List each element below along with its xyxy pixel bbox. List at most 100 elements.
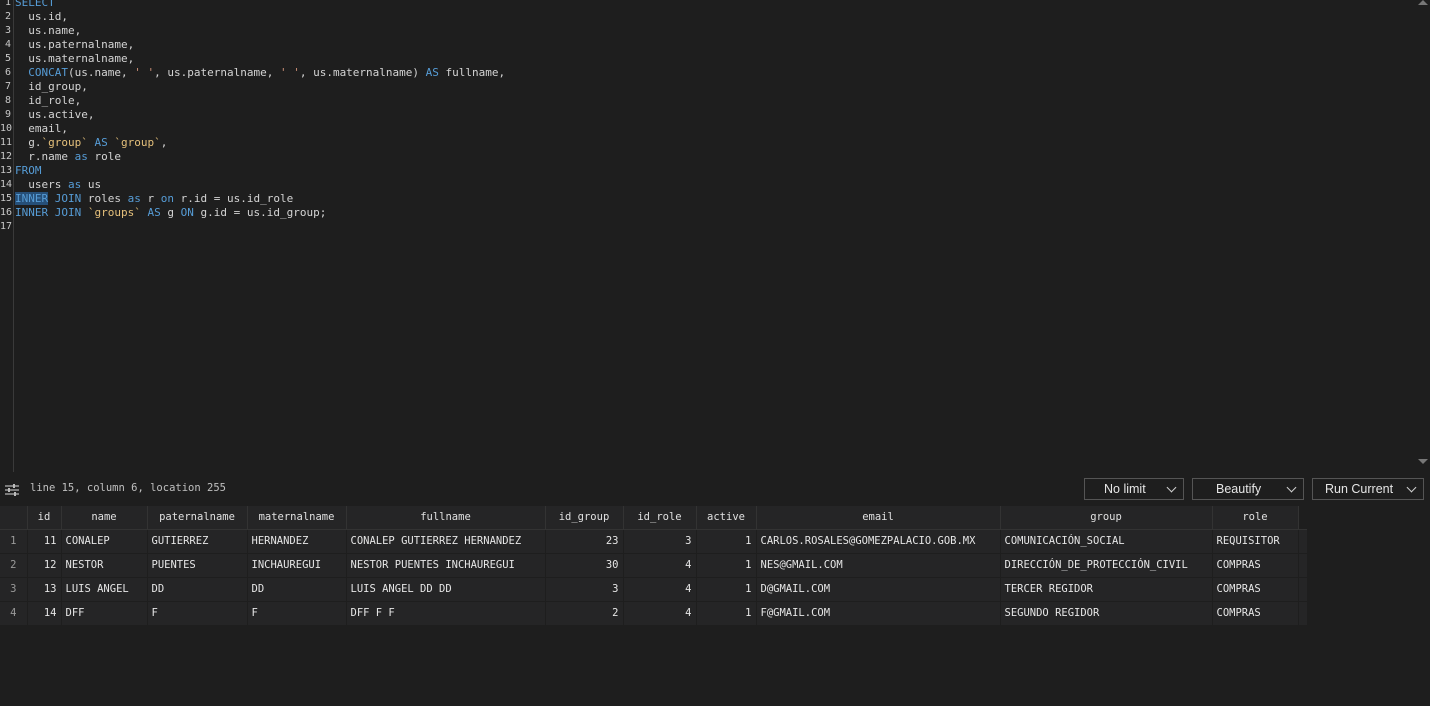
code-line[interactable]: INNER JOIN `groups` AS g ON g.id = us.id… [15, 206, 326, 220]
sql-keyword: SELECT [15, 0, 55, 9]
column-header-name[interactable]: name [61, 506, 148, 530]
line-number: 12 [0, 151, 13, 162]
code-line[interactable]: INNER JOIN roles as r on r.id = us.id_ro… [15, 192, 293, 206]
line-number: 4 [4, 39, 11, 50]
table-cell-fullname[interactable]: CONALEP GUTIERREZ HERNANDEZ [346, 529, 546, 554]
table-cell-fullname[interactable]: NESTOR PUENTES INCHAUREGUI [346, 553, 546, 578]
column-header-id-group[interactable]: id_group [545, 506, 624, 530]
table-cell-name[interactable]: NESTOR [61, 553, 148, 578]
table-cell-id-role[interactable]: 4 [623, 601, 697, 626]
table-row[interactable]: 4 14 DFF F F DFF F F 2 4 1 F@GMAIL.COM SEGUNDO REG… [0, 601, 1307, 626]
code-line[interactable]: us.paternalname, [15, 38, 134, 52]
line-number: 14 [0, 179, 13, 190]
table-cell-fullname[interactable]: DFF F F [346, 601, 546, 626]
code-line[interactable]: us.maternalname, [15, 52, 134, 66]
table-cell-role[interactable]: REQUISITOR [1212, 529, 1299, 554]
sql-editor[interactable]: 1 2 3 4 5 6 7 8 9 10 11 12 13 14 15 16 17 SELECT us.id, … [0, 0, 1430, 472]
code-line[interactable]: SELECT [15, 0, 55, 10]
code-line[interactable]: id_role, [15, 94, 81, 108]
table-cell-paternalname[interactable]: GUTIERREZ [147, 529, 248, 554]
code-line[interactable]: CONCAT(us.name, ' ', us.paternalname, ' … [15, 66, 505, 80]
line-number: 5 [4, 53, 11, 64]
column-header-group[interactable]: group [1000, 506, 1213, 530]
table-row[interactable]: 3 13 LUIS ANGEL DD DD LUIS ANGEL DD DD 3 4 1 D@GM… [0, 577, 1307, 602]
table-cell-name[interactable]: CONALEP [61, 529, 148, 554]
table-cell-id[interactable]: 14 [27, 601, 62, 626]
table-cell-maternalname[interactable]: F [247, 601, 347, 626]
table-cell-email[interactable]: NES@GMAIL.COM [756, 553, 1001, 578]
column-header-id[interactable]: id [27, 506, 62, 530]
column-header-email[interactable]: email [756, 506, 1001, 530]
sql-keyword: AS [147, 206, 161, 219]
table-cell-id[interactable]: 12 [27, 553, 62, 578]
sql-token: id_group, [15, 80, 88, 93]
scroll-down-arrow-icon[interactable] [1418, 459, 1428, 464]
code-line[interactable]: g.`group` AS `group`, [15, 136, 167, 150]
table-cell-paternalname[interactable]: PUENTES [147, 553, 248, 578]
row-number-header [0, 506, 28, 530]
table-cell-active[interactable]: 1 [696, 577, 757, 602]
table-cell-id-group[interactable]: 30 [545, 553, 624, 578]
table-cell-id[interactable]: 13 [27, 577, 62, 602]
table-cell-group[interactable]: TERCER REGIDOR [1000, 577, 1213, 602]
table-cell-email[interactable]: CARLOS.ROSALES@GOMEZPALACIO.GOB.MX [756, 529, 1001, 554]
column-header-role[interactable]: role [1212, 506, 1299, 530]
table-cell-id-group[interactable]: 3 [545, 577, 624, 602]
table-cell-role[interactable]: COMPRAS [1212, 577, 1299, 602]
table-cell-id-role[interactable]: 4 [623, 553, 697, 578]
table-row[interactable]: 2 12 NESTOR PUENTES INCHAUREGUI NESTOR PUENTE… [0, 553, 1307, 578]
code-line[interactable]: users as us [15, 178, 101, 192]
table-cell-group[interactable]: DIRECCIÓN_DE_PROTECCIÓN_CIVIL [1000, 553, 1213, 578]
run-current-dropdown[interactable]: Run Current [1312, 478, 1424, 500]
table-cell-active[interactable]: 1 [696, 553, 757, 578]
table-cell-id-role[interactable]: 4 [623, 577, 697, 602]
table-cell-id-group[interactable]: 23 [545, 529, 624, 554]
code-line[interactable]: r.name as role [15, 150, 121, 164]
table-cell-group[interactable]: COMUNICACIÓN_SOCIAL [1000, 529, 1213, 554]
code-line[interactable]: us.id, [15, 10, 68, 24]
table-cell-email[interactable]: D@GMAIL.COM [756, 577, 1001, 602]
header-filler [1298, 506, 1307, 530]
table-cell-active[interactable]: 1 [696, 529, 757, 554]
column-header-paternalname[interactable]: paternalname [147, 506, 248, 530]
table-cell-name[interactable]: LUIS ANGEL [61, 577, 148, 602]
sql-keyword: CONCAT [28, 66, 68, 79]
table-cell-maternalname[interactable]: DD [247, 577, 347, 602]
sql-literal: ' ' [134, 66, 155, 79]
results-grid[interactable]: id name paternalname maternalname fullname id… [0, 506, 1430, 706]
scroll-up-arrow-icon[interactable] [1418, 0, 1428, 5]
table-cell-active[interactable]: 1 [696, 601, 757, 626]
table-cell-role[interactable]: COMPRAS [1212, 553, 1299, 578]
table-cell-maternalname[interactable]: HERNANDEZ [247, 529, 347, 554]
table-cell-id-role[interactable]: 3 [623, 529, 697, 554]
table-cell-role[interactable]: COMPRAS [1212, 601, 1299, 626]
code-line[interactable]: id_group, [15, 80, 88, 94]
code-line[interactable]: us.active, [15, 108, 94, 122]
code-line[interactable]: us.name, [15, 24, 81, 38]
table-cell-paternalname[interactable]: F [147, 601, 248, 626]
sql-literal: `group` [114, 136, 161, 149]
table-cell-email[interactable]: F@GMAIL.COM [756, 601, 1001, 626]
table-cell-maternalname[interactable]: INCHAUREGUI [247, 553, 347, 578]
table-cell-group[interactable]: SEGUNDO REGIDOR [1000, 601, 1213, 626]
table-cell-name[interactable]: DFF [61, 601, 148, 626]
column-header-fullname[interactable]: fullname [346, 506, 546, 530]
column-header-id-role[interactable]: id_role [623, 506, 697, 530]
table-row[interactable]: 1 11 CONALEP GUTIERREZ HERNANDEZ CONALEP GUTI… [0, 529, 1307, 554]
table-cell-id-group[interactable]: 2 [545, 601, 624, 626]
line-number-gutter: 1 2 3 4 5 6 7 8 9 10 11 12 13 14 15 16 17 [0, 0, 14, 472]
sql-literal: ' ' [279, 66, 300, 79]
column-header-maternalname[interactable]: maternalname [247, 506, 347, 530]
row-limit-dropdown[interactable]: No limit [1084, 478, 1184, 500]
code-line[interactable]: email, [15, 122, 68, 136]
table-cell-paternalname[interactable]: DD [147, 577, 248, 602]
settings-sliders-icon[interactable] [5, 484, 19, 496]
sql-token: us.maternalname, [15, 52, 135, 65]
table-cell-fullname[interactable]: LUIS ANGEL DD DD [346, 577, 546, 602]
beautify-dropdown[interactable]: Beautify [1192, 478, 1304, 500]
table-cell-id[interactable]: 11 [27, 529, 62, 554]
column-header-active[interactable]: active [696, 506, 757, 530]
sql-keyword: INNER [15, 206, 49, 219]
code-line[interactable]: FROM [15, 164, 42, 178]
